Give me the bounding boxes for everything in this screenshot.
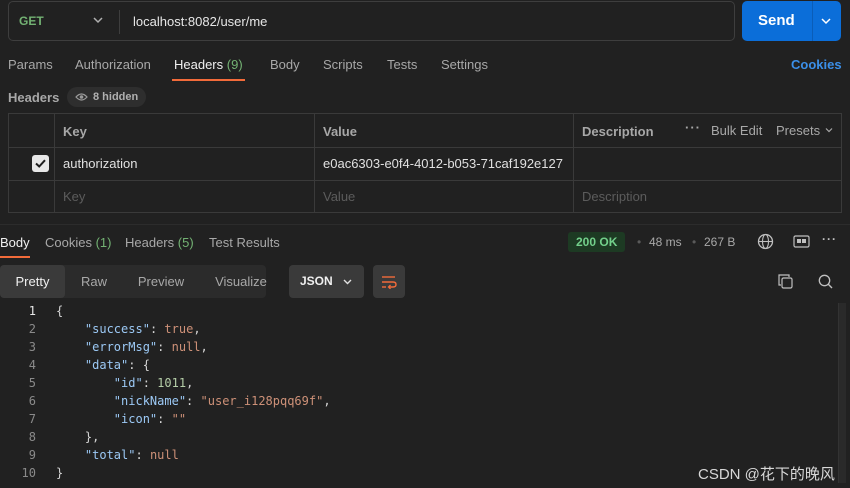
wrap-lines-button[interactable] xyxy=(373,265,405,298)
code-line: "id": 1011, xyxy=(113,376,194,390)
code-line: "nickName": "user_i128pqq69f", xyxy=(113,394,331,408)
send-separator xyxy=(812,1,813,41)
send-button[interactable]: Send xyxy=(742,1,841,41)
tab-tests[interactable]: Tests xyxy=(387,57,417,72)
response-tab-cookies[interactable]: Cookies (1) xyxy=(45,235,111,250)
check-icon xyxy=(35,159,46,168)
copy-icon[interactable] xyxy=(778,274,793,289)
column-value: Value xyxy=(323,124,357,139)
table-divider xyxy=(54,114,55,212)
cookies-link[interactable]: Cookies xyxy=(791,57,842,72)
view-pretty[interactable]: Pretty xyxy=(0,265,65,298)
line-number: 5 xyxy=(28,376,36,390)
wrap-icon xyxy=(382,276,397,289)
response-tab-test-results[interactable]: Test Results xyxy=(209,235,280,250)
table-divider xyxy=(314,114,315,212)
chevron-down-icon xyxy=(825,128,833,133)
chevron-down-icon[interactable] xyxy=(819,14,833,28)
meta-separator: • xyxy=(637,235,642,249)
response-tab-body[interactable]: Body xyxy=(0,235,30,250)
table-divider xyxy=(573,114,574,212)
header-enabled-checkbox[interactable] xyxy=(32,155,49,172)
bulk-edit-button[interactable]: Bulk Edit xyxy=(711,123,762,138)
tab-params[interactable]: Params xyxy=(8,57,53,72)
more-options-icon[interactable]: ··· xyxy=(822,232,837,246)
tab-headers[interactable]: Headers (9) xyxy=(174,57,243,72)
search-icon[interactable] xyxy=(818,274,833,289)
code-line: "success": true, xyxy=(84,322,201,336)
headers-title: Headers xyxy=(8,90,60,105)
line-number: 6 xyxy=(28,394,36,408)
chevron-down-icon[interactable] xyxy=(91,13,105,27)
header-value-cell[interactable]: e0ac6303-e0f4-4012-b053-71caf192e127 xyxy=(323,156,563,171)
line-number: 2 xyxy=(28,322,36,336)
format-label: JSON xyxy=(300,274,333,288)
scrollbar[interactable] xyxy=(838,303,846,483)
send-label: Send xyxy=(758,12,795,29)
url-bar: GET localhost:8082/user/me xyxy=(8,1,735,41)
line-number: 8 xyxy=(28,430,36,444)
line-number: 10 xyxy=(21,466,36,480)
response-tab-headers[interactable]: Headers (5) xyxy=(125,235,194,250)
line-number: 7 xyxy=(28,412,36,426)
status-badge[interactable]: 200 OK xyxy=(568,232,626,252)
table-divider xyxy=(9,180,841,181)
pane-divider[interactable] xyxy=(0,224,850,225)
view-raw[interactable]: Raw xyxy=(65,265,123,298)
code-line: "total": null xyxy=(84,448,179,462)
code-line: } xyxy=(56,466,64,480)
line-number: 4 xyxy=(28,358,36,372)
save-response-icon[interactable] xyxy=(793,235,810,248)
url-divider xyxy=(119,10,120,34)
column-key: Key xyxy=(63,124,87,139)
active-tab-indicator xyxy=(0,256,30,258)
meta-separator: • xyxy=(692,235,697,249)
line-number: 9 xyxy=(28,448,36,462)
eye-icon xyxy=(75,93,88,101)
hidden-headers-toggle[interactable]: 8 hidden xyxy=(67,87,147,107)
view-preview[interactable]: Preview xyxy=(123,265,199,298)
response-time[interactable]: 48 ms xyxy=(649,235,682,249)
presets-button[interactable]: Presets xyxy=(776,123,834,138)
globe-icon[interactable] xyxy=(757,233,774,250)
tab-body[interactable]: Body xyxy=(270,57,300,72)
line-number: 1 xyxy=(28,304,36,318)
watermark: CSDN @花下的晚风 xyxy=(698,466,835,483)
code-line: "data": { xyxy=(84,358,150,372)
url-input[interactable]: localhost:8082/user/me xyxy=(133,14,267,29)
column-description: Description xyxy=(582,124,654,139)
headers-table: Key Value Description ··· Bulk Edit Pres… xyxy=(8,113,842,213)
new-description-input[interactable]: Description xyxy=(582,189,647,204)
view-visualize[interactable]: Visualize xyxy=(199,265,283,298)
method-select[interactable]: GET xyxy=(19,14,44,28)
line-number: 3 xyxy=(28,340,36,354)
code-line: }, xyxy=(84,430,100,444)
response-size[interactable]: 267 B xyxy=(704,235,735,249)
tab-authorization[interactable]: Authorization xyxy=(75,57,151,72)
header-key-cell[interactable]: authorization xyxy=(63,156,137,171)
code-line: "icon": "" xyxy=(113,412,187,426)
table-divider xyxy=(9,147,841,148)
code-line: "errorMsg": null, xyxy=(84,340,208,354)
new-value-input[interactable]: Value xyxy=(323,189,355,204)
chevron-down-icon xyxy=(343,279,352,285)
tab-scripts[interactable]: Scripts xyxy=(323,57,363,72)
format-select[interactable]: JSON xyxy=(289,265,364,298)
new-key-input[interactable]: Key xyxy=(63,189,85,204)
code-line: { xyxy=(56,304,64,318)
view-mode-bar: Pretty Raw Preview Visualize xyxy=(0,265,267,298)
active-tab-indicator xyxy=(172,79,245,81)
hidden-count-label: 8 hidden xyxy=(93,91,139,103)
tab-settings[interactable]: Settings xyxy=(441,57,488,72)
more-options-icon[interactable]: ··· xyxy=(685,120,701,135)
